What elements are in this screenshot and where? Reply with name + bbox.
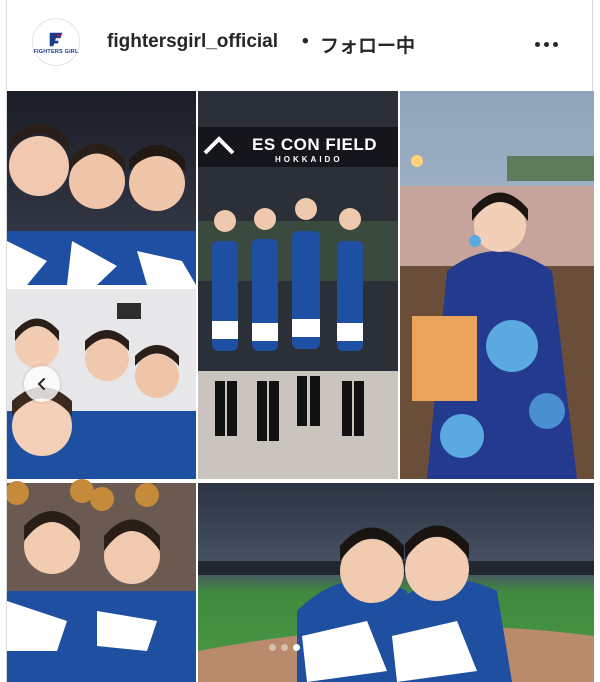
fighters-logo-icon: [49, 32, 63, 46]
stadium-sign-subtext: HOKKAIDO: [275, 155, 343, 164]
carousel-dot: [281, 644, 288, 651]
post-header: FIGHTERS GIRL fightersgirl_official • フォ…: [7, 0, 592, 89]
separator-dot: •: [302, 31, 309, 52]
post-media: ES CON FIELD HOKKAIDO: [7, 91, 594, 682]
account-name[interactable]: fightersgirl_official: [107, 31, 278, 53]
avatar-brand-text: FIGHTERS GIRL: [33, 48, 79, 55]
avatar[interactable]: FIGHTERS GIRL: [32, 18, 80, 66]
collage: [7, 91, 594, 682]
carousel-dot: [305, 644, 312, 651]
carousel-indicator: [269, 644, 312, 651]
photo-field-duo[interactable]: [198, 483, 594, 682]
follow-status-button[interactable]: フォロー中: [320, 31, 415, 58]
more-options-icon[interactable]: [535, 34, 565, 54]
photo-yukata[interactable]: [400, 91, 594, 479]
post-card: FIGHTERS GIRL fightersgirl_official • フォ…: [6, 0, 594, 682]
carousel-prev-button[interactable]: [24, 366, 60, 402]
carousel-dot: [269, 644, 276, 651]
photo-duo-ears[interactable]: [7, 479, 196, 682]
stadium-sign-text: ES CON FIELD: [252, 135, 378, 154]
chevron-left-icon: [37, 378, 45, 390]
photo-selfie-three[interactable]: [7, 91, 196, 285]
carousel-dot-active: [293, 644, 300, 651]
